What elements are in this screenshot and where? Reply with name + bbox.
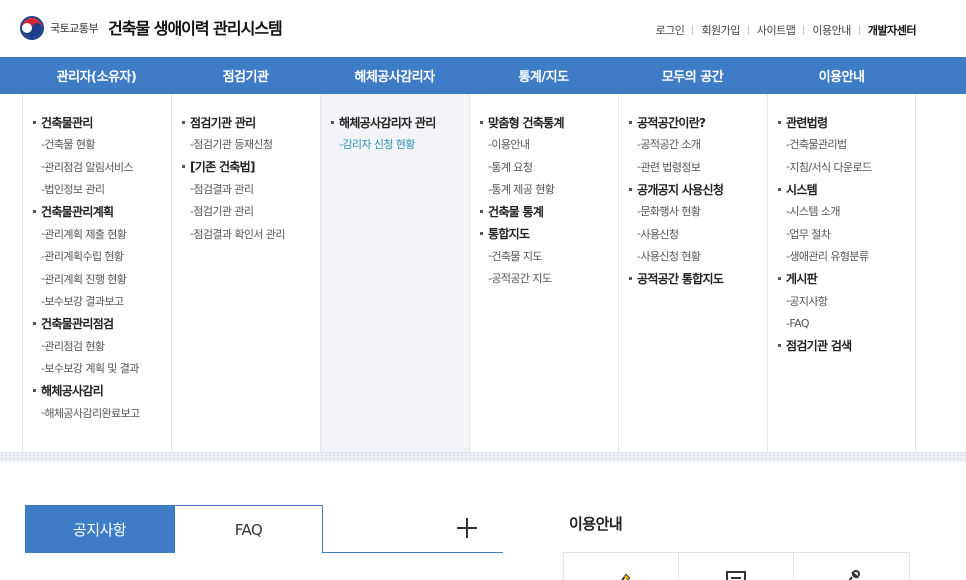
menu-category[interactable]: 건축물관리계획 — [33, 201, 171, 223]
menu-subitem[interactable]: - 점검기관 등재신청 — [182, 133, 320, 156]
tab-faq[interactable]: FAQ — [174, 505, 323, 553]
menu-col-public-space: 공적공간이란? - 공적공간 소개 - 관련 법령정보 공개공지 사용신청 - … — [618, 94, 767, 452]
guide-title: 이용안내 — [569, 515, 623, 533]
divider — [747, 25, 749, 35]
menu-category[interactable]: [기존 건축법] — [182, 156, 320, 178]
menu-category[interactable]: 관련법령 — [778, 111, 915, 133]
main-nav: 관리자(소유자) 점검기관 해체공사감리자 통계/지도 모두의 공간 이용안내 — [0, 57, 966, 94]
menu-subitem[interactable]: - 업무 절차 — [778, 223, 915, 246]
developer-center-link[interactable]: 개발자센터 — [868, 22, 917, 38]
menu-subitem[interactable]: - 관리계획수립 현황 — [33, 245, 171, 268]
nav-guide[interactable]: 이용안내 — [767, 57, 916, 94]
menu-category[interactable]: 건축물 통계 — [480, 201, 618, 223]
menu-subitem[interactable]: - FAQ — [778, 312, 915, 335]
menu-category[interactable]: 시스템 — [778, 178, 915, 200]
menu-subitem[interactable]: - 시스템 소개 — [778, 200, 915, 223]
mega-menu: 건축물관리 - 건축물 현황 - 관리점검 알림서비스 - 법인정보 관리 건축… — [0, 94, 966, 452]
menu-col-guide: 관련법령 - 건축물관리법 - 지침/서식 다운로드 시스템 - 시스템 소개 … — [767, 94, 916, 452]
menu-category[interactable]: 맞춤형 건축통계 — [480, 111, 618, 133]
menu-subitem[interactable]: - 통계 요청 — [480, 156, 618, 179]
menu-category[interactable]: 공적공간 통합지도 — [629, 268, 767, 290]
login-link[interactable]: 로그인 — [656, 22, 685, 38]
menu-category[interactable]: 해체공사감리 — [33, 380, 171, 402]
menu-subitem[interactable]: - 보수보강 결과보고 — [33, 290, 171, 313]
menu-category[interactable]: 건축물관리점검 — [33, 313, 171, 335]
menu-subitem[interactable]: - 건축물관리법 — [778, 133, 915, 156]
guide-icons-box — [563, 552, 910, 580]
menu-subitem[interactable]: - 공적공간 지도 — [480, 267, 618, 290]
menu-subitem[interactable]: - 지침/서식 다운로드 — [778, 156, 915, 179]
guide-cell-tools[interactable] — [794, 553, 909, 580]
divider — [803, 25, 805, 35]
menu-category[interactable]: 게시판 — [778, 268, 915, 290]
menu-subitem[interactable]: - 건축물 지도 — [480, 245, 618, 268]
menu-subitem[interactable]: - 사용신청 — [629, 223, 767, 246]
signup-link[interactable]: 회원가입 — [701, 22, 740, 38]
menu-subitem[interactable]: - 점검결과 확인서 관리 — [182, 223, 320, 246]
menu-subitem[interactable]: - 해체공사감리완료보고 — [33, 402, 171, 425]
nav-demolition-supervisor[interactable]: 해체공사감리자 — [320, 57, 469, 94]
pencil-icon — [621, 573, 631, 580]
menu-subitem[interactable]: - 건축물 현황 — [33, 133, 171, 156]
menu-subitem[interactable]: - 이용안내 — [480, 133, 618, 156]
menu-subitem-active[interactable]: - 감리자 신청 현황 — [331, 133, 469, 156]
menu-subitem[interactable]: - 점검결과 관리 — [182, 178, 320, 201]
tools-icon — [848, 570, 860, 580]
menu-subitem[interactable]: - 관리점검 알림서비스 — [33, 156, 171, 179]
document-icon — [726, 571, 746, 580]
menu-category[interactable]: 공적공간이란? — [629, 111, 767, 133]
sitemap-link[interactable]: 사이트맵 — [757, 22, 796, 38]
menu-category[interactable]: 점검기관 검색 — [778, 335, 915, 357]
menu-subitem[interactable]: - 관련 법령정보 — [629, 156, 767, 179]
guide-cell-document[interactable] — [679, 553, 794, 580]
menu-col-statistics-map: 맞춤형 건축통계 - 이용안내 - 통계 요청 - 통계 제공 현황 건축물 통… — [469, 94, 618, 452]
menu-subitem[interactable]: - 보수보강 계획 및 결과 — [33, 357, 171, 380]
menu-subitem[interactable]: - 법인정보 관리 — [33, 178, 171, 201]
menu-col-inspection-agency: 점검기관 관리 - 점검기관 등재신청 [기존 건축법] - 점검결과 관리 -… — [171, 94, 320, 452]
menu-col-demolition-supervisor: 해체공사감리자 관리 - 감리자 신청 현황 — [320, 94, 469, 452]
menu-subitem[interactable]: - 사용신청 현황 — [629, 245, 767, 268]
nav-owner[interactable]: 관리자(소유자) — [22, 57, 171, 94]
government-emblem-icon[interactable] — [20, 16, 44, 40]
menu-subitem[interactable]: - 공지사항 — [778, 290, 915, 313]
menu-subitem[interactable]: - 통계 제공 현황 — [480, 178, 618, 201]
menu-subitem[interactable]: - 관리계획 제출 현황 — [33, 223, 171, 246]
menu-subitem[interactable]: - 관리점검 현황 — [33, 335, 171, 358]
menu-col-owner: 건축물관리 - 건축물 현황 - 관리점검 알림서비스 - 법인정보 관리 건축… — [22, 94, 171, 452]
menu-category[interactable]: 공개공지 사용신청 — [629, 178, 767, 200]
menu-category[interactable]: 해체공사감리자 관리 — [331, 111, 469, 133]
menu-subitem[interactable]: - 공적공간 소개 — [629, 133, 767, 156]
guide-link[interactable]: 이용안내 — [812, 22, 851, 38]
ministry-name: 국토교통부 — [50, 22, 99, 35]
nav-public-space[interactable]: 모두의 공간 — [618, 57, 767, 94]
more-plus-icon[interactable] — [453, 514, 481, 542]
menu-bottom-band — [0, 452, 966, 462]
divider — [692, 25, 694, 35]
site-header: 국토교통부 건축물 생애이력 관리시스템 로그인 회원가입 사이트맵 이용안내 … — [0, 0, 966, 57]
menu-category[interactable]: 점검기관 관리 — [182, 111, 320, 133]
menu-subitem[interactable]: - 생애관리 유형분류 — [778, 245, 915, 268]
board-tabs: 공지사항 FAQ — [25, 505, 503, 553]
menu-subitem[interactable]: - 문화행사 현황 — [629, 200, 767, 223]
system-title[interactable]: 건축물 생애이력 관리시스템 — [108, 15, 283, 39]
menu-category[interactable]: 통합지도 — [480, 223, 618, 245]
menu-subitem[interactable]: - 점검기관 관리 — [182, 200, 320, 223]
divider — [858, 25, 860, 35]
utility-nav: 로그인 회원가입 사이트맵 이용안내 개발자센터 — [656, 22, 917, 38]
tab-notice[interactable]: 공지사항 — [25, 505, 174, 553]
menu-category[interactable]: 건축물관리 — [33, 111, 171, 133]
nav-statistics-map[interactable]: 통계/지도 — [469, 57, 618, 94]
menu-subitem[interactable]: - 관리계획 진행 현황 — [33, 268, 171, 291]
nav-inspection-agency[interactable]: 점검기관 — [171, 57, 320, 94]
guide-cell-pencil[interactable] — [564, 553, 679, 580]
